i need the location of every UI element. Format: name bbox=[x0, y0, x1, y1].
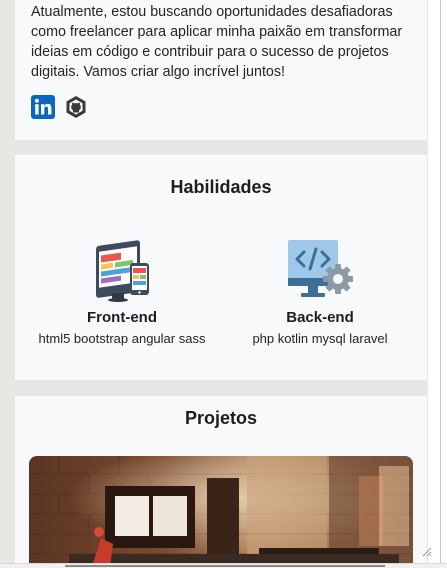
skill-frontend: Front-end html5 bootstrap angular sass bbox=[22, 237, 222, 347]
horizontal-scrollbar[interactable] bbox=[0, 563, 447, 568]
responsive-devices-icon bbox=[96, 240, 149, 302]
skills-title: Habilidades bbox=[170, 177, 272, 197]
scrollbar-track[interactable] bbox=[427, 0, 440, 563]
about-section: Atualmente, estou buscando oportunidades… bbox=[15, 0, 427, 140]
skill-name: Front-end bbox=[87, 309, 157, 326]
social-links bbox=[31, 95, 88, 119]
skills-section: Habilidades Front-end html5 bootstrap an… bbox=[15, 155, 427, 380]
github-link[interactable] bbox=[64, 95, 88, 119]
linkedin-icon bbox=[31, 95, 55, 119]
project-image[interactable] bbox=[29, 456, 413, 563]
office-photo bbox=[29, 456, 413, 563]
skill-name: Back-end bbox=[286, 309, 354, 326]
github-icon bbox=[66, 96, 86, 118]
about-text: Atualmente, estou buscando oportunidades… bbox=[31, 4, 403, 80]
linkedin-link[interactable] bbox=[31, 95, 55, 119]
projects-section: Projetos bbox=[15, 396, 427, 563]
page: Atualmente, estou buscando oportunidades… bbox=[0, 0, 440, 563]
skill-tags: html5 bootstrap angular sass bbox=[38, 331, 206, 346]
projects-title: Projetos bbox=[184, 408, 258, 428]
code-monitor-gear-icon bbox=[288, 240, 353, 297]
skill-backend: Back-end php kotlin mysql laravel bbox=[220, 237, 420, 347]
skill-tags: php kotlin mysql laravel bbox=[252, 331, 388, 346]
resize-grip-icon[interactable] bbox=[420, 545, 432, 557]
window-edge bbox=[440, 0, 441, 563]
